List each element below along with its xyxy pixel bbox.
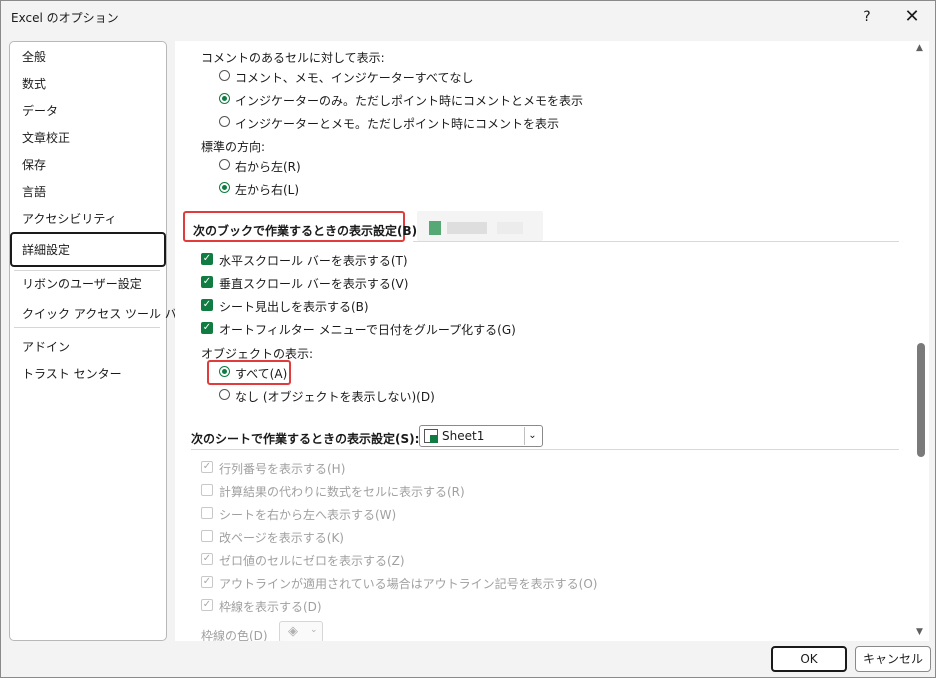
options-dialog: Excel のオプション ? ✕ 全般 数式 データ 文章校正 保存 言語 アク…	[0, 0, 936, 678]
sheet-select[interactable]: Sheet1 ⌄	[419, 425, 543, 447]
workbook-display-heading: 次のブックで作業するときの表示設定(B):	[193, 224, 422, 238]
excel-sheet-icon	[424, 429, 438, 443]
sidebar-divider	[14, 270, 160, 271]
radio-left-to-right[interactable]	[219, 182, 230, 193]
workbook-name-blur	[497, 222, 523, 234]
sidebar-item-proofing[interactable]: 文章校正	[22, 129, 70, 146]
chevron-down-icon[interactable]: ⌄	[524, 427, 540, 445]
close-button[interactable]: ✕	[897, 5, 927, 29]
checkmark-icon: ✓	[202, 299, 212, 310]
checkbox-page-breaks	[201, 530, 213, 542]
checkbox-sheet-tabs-label[interactable]: シート見出しを表示する(B)	[219, 298, 369, 315]
sidebar-item-advanced[interactable]: 詳細設定	[22, 241, 70, 258]
checkbox-row-col-headers-label: 行列番号を表示する(H)	[219, 462, 346, 476]
checkmark-icon: ✓	[202, 599, 212, 610]
workbook-selector[interactable]	[417, 211, 543, 241]
excel-workbook-icon	[429, 221, 441, 235]
checkmark-icon: ✓	[202, 253, 212, 264]
radio-comment-indicator-only[interactable]	[219, 93, 230, 104]
checkbox-gridlines: ✓	[201, 599, 213, 611]
checkmark-icon: ✓	[202, 461, 212, 472]
radio-comment-indicator-notes[interactable]	[219, 116, 230, 127]
radio-right-to-left[interactable]	[219, 159, 230, 170]
paint-bucket-icon: ◈	[288, 624, 298, 639]
sidebar-item-trust-center[interactable]: トラスト センター	[22, 365, 122, 382]
checkbox-group-dates[interactable]: ✓	[201, 322, 213, 334]
checkbox-show-formulas	[201, 484, 213, 496]
checkbox-horizontal-scrollbar[interactable]: ✓	[201, 253, 213, 265]
sidebar-item-language[interactable]: 言語	[22, 183, 46, 200]
radio-objects-none-label[interactable]: なし (オブジェクトを表示しない)(D)	[235, 388, 435, 405]
help-button[interactable]: ?	[853, 5, 881, 29]
ok-button[interactable]: OK	[771, 646, 847, 672]
checkbox-right-to-left-sheet-label: シートを右から左へ表示する(W)	[219, 508, 397, 522]
sidebar-item-formulas[interactable]: 数式	[22, 75, 46, 92]
sheet-select-value: Sheet1	[442, 429, 485, 443]
sheet-display-heading: 次のシートで作業するときの表示設定(S):	[191, 432, 420, 446]
sidebar-item-addins[interactable]: アドイン	[22, 338, 70, 355]
checkbox-outline-symbols-label: アウトラインが適用されている場合はアウトライン記号を表示する(O)	[219, 577, 598, 591]
sidebar-item-accessibility[interactable]: アクセシビリティ	[22, 210, 117, 227]
sidebar-item-data[interactable]: データ	[22, 102, 58, 119]
category-sidebar: 全般 数式 データ 文章校正 保存 言語 アクセシビリティ 詳細設定 リボンのユ…	[9, 41, 189, 641]
sidebar-item-quick-access-toolbar[interactable]: クイック アクセス ツール バー	[22, 305, 189, 322]
comment-display-label: コメントのあるセルに対して表示:	[201, 51, 385, 65]
checkbox-row-col-headers: ✓	[201, 461, 213, 473]
scrollbar-thumb[interactable]	[917, 343, 925, 457]
dialog-title: Excel のオプション	[11, 11, 119, 25]
checkmark-icon: ✓	[202, 553, 212, 564]
checkbox-outline-symbols: ✓	[201, 576, 213, 588]
sidebar-divider	[14, 327, 160, 328]
radio-left-to-right-label[interactable]: 左から右(L)	[235, 181, 299, 198]
radio-comment-none[interactable]	[219, 70, 230, 81]
direction-label: 標準の方向:	[201, 140, 266, 154]
checkbox-show-formulas-label: 計算結果の代わりに数式をセルに表示する(R)	[219, 485, 465, 499]
radio-comment-indicator-notes-label[interactable]: インジケーターとメモ。ただしポイント時にコメントを表示	[235, 115, 559, 132]
cancel-button[interactable]: キャンセル	[855, 646, 931, 672]
gridline-color-label: 枠線の色(D)	[201, 629, 268, 641]
checkbox-sheet-tabs[interactable]: ✓	[201, 299, 213, 311]
chevron-down-icon: ⌄	[310, 625, 318, 635]
gridline-color-button: ◈ ⌄	[279, 621, 323, 641]
checkmark-icon: ✓	[202, 576, 212, 587]
radio-right-to-left-label[interactable]: 右から左(R)	[235, 158, 301, 175]
checkmark-icon: ✓	[202, 276, 212, 287]
checkbox-gridlines-label: 枠線を表示する(D)	[219, 600, 322, 614]
sidebar-item-customize-ribbon[interactable]: リボンのユーザー設定	[22, 275, 142, 292]
content-scrollbar[interactable]: ▲ ▼	[913, 41, 929, 641]
radio-objects-all-label[interactable]: すべて(A)	[235, 365, 287, 382]
sidebar-item-save[interactable]: 保存	[22, 156, 46, 173]
radio-comment-indicator-only-label[interactable]: インジケーターのみ。ただしポイント時にコメントとメモを表示	[235, 92, 583, 109]
scroll-down-icon[interactable]: ▼	[916, 627, 923, 637]
checkbox-show-zeros: ✓	[201, 553, 213, 565]
title-bar: Excel のオプション ? ✕	[1, 1, 935, 33]
section-divider	[191, 449, 899, 450]
radio-comment-none-label[interactable]: コメント、メモ、インジケーターすべてなし	[235, 69, 473, 86]
radio-objects-none[interactable]	[219, 389, 230, 400]
sidebar-item-general[interactable]: 全般	[22, 48, 46, 65]
checkbox-horizontal-scrollbar-label[interactable]: 水平スクロール バーを表示する(T)	[219, 252, 408, 269]
checkbox-vertical-scrollbar[interactable]: ✓	[201, 276, 213, 288]
advanced-settings-panel: コメントのあるセルに対して表示: コメント、メモ、インジケーターすべてなし イン…	[175, 41, 913, 641]
checkbox-right-to-left-sheet	[201, 507, 213, 519]
radio-objects-all[interactable]	[219, 366, 230, 377]
checkmark-icon: ✓	[202, 322, 212, 333]
workbook-name-blur	[447, 222, 487, 234]
section-divider	[413, 241, 899, 242]
checkbox-group-dates-label[interactable]: オートフィルター メニューで日付をグループ化する(G)	[219, 321, 516, 338]
checkbox-vertical-scrollbar-label[interactable]: 垂直スクロール バーを表示する(V)	[219, 275, 408, 292]
checkbox-show-zeros-label: ゼロ値のセルにゼロを表示する(Z)	[219, 554, 405, 568]
scroll-up-icon[interactable]: ▲	[916, 43, 923, 53]
checkbox-page-breaks-label: 改ページを表示する(K)	[219, 531, 344, 545]
